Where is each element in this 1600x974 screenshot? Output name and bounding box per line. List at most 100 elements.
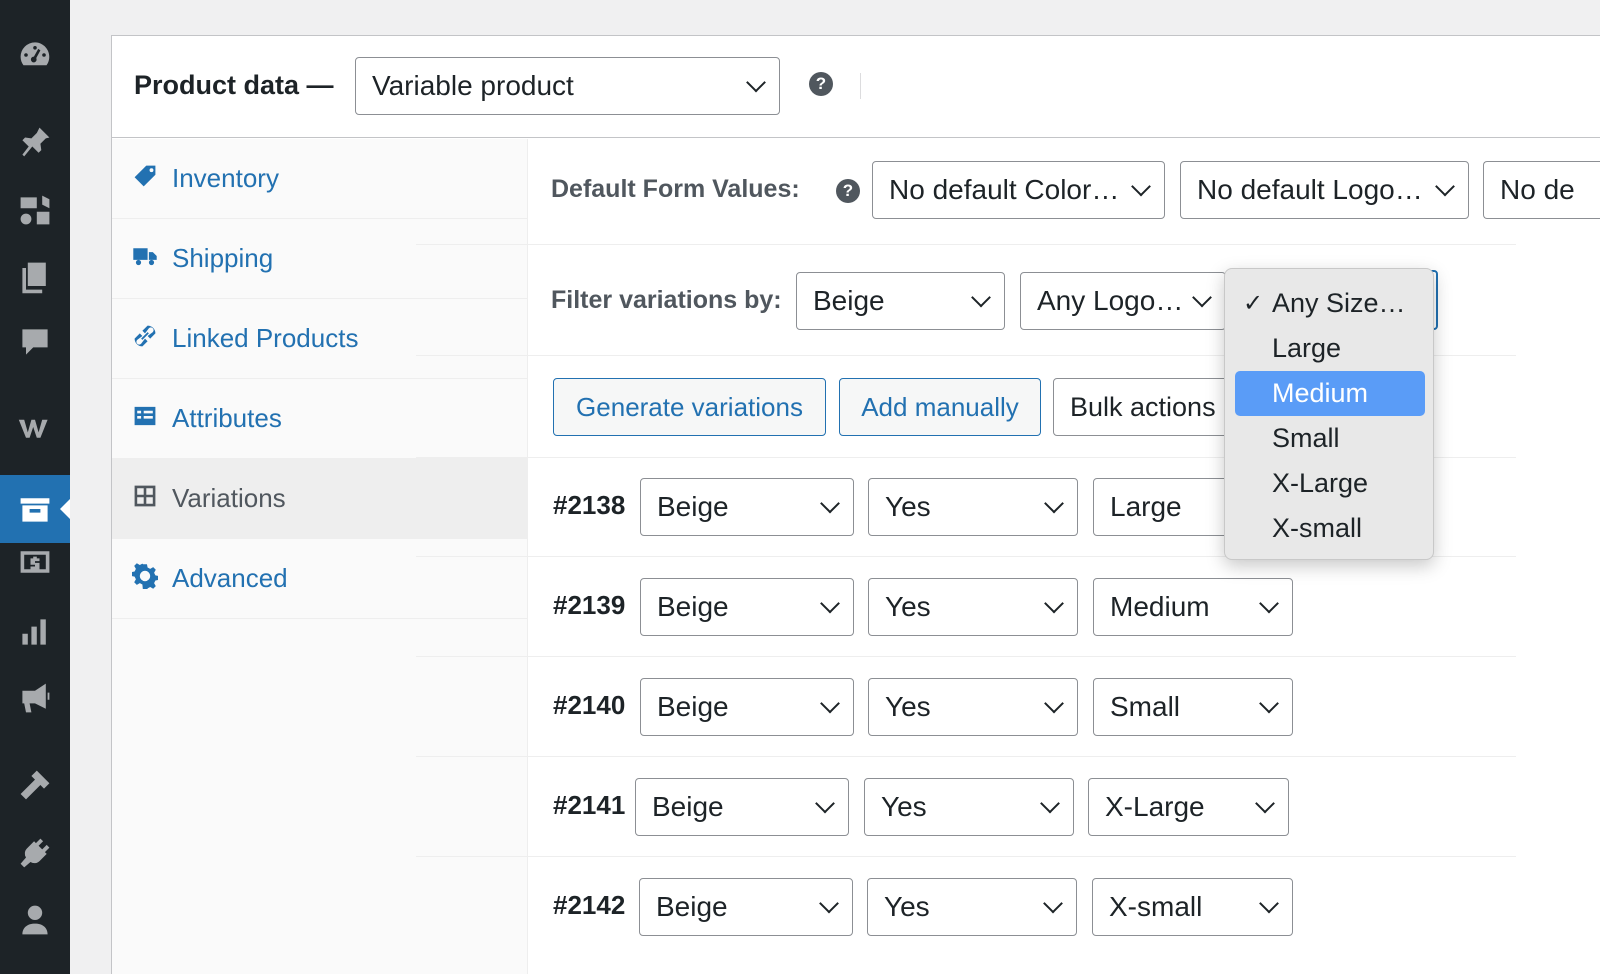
generate-variations-button[interactable]: Generate variations [553,378,826,436]
select-value: Any Logo… [1037,285,1184,316]
variation-id: #2142 [553,890,626,920]
select-value: Small [1110,691,1181,722]
filter-logo-select[interactable]: Any Logo… [1020,272,1226,330]
tab-inventory[interactable]: Inventory [112,139,527,219]
chevron-down-icon [815,793,835,814]
tab-label: Linked Products [172,323,359,353]
select-value: Large [1110,491,1182,522]
divider [416,244,1516,245]
select-value: Medium [1110,591,1210,622]
variation-size-select[interactable]: X-small [1092,878,1293,936]
variation-size-select[interactable]: Medium [1093,578,1293,636]
variation-size-select[interactable]: Small [1093,678,1293,736]
payments-icon[interactable] [15,542,55,582]
help-icon[interactable]: ? [836,179,860,203]
woocommerce-icon[interactable] [15,407,55,447]
chevron-down-icon [1435,176,1455,197]
bulk-actions-select[interactable]: Bulk actions [1053,378,1253,436]
size-option-large[interactable]: Large [1235,326,1425,371]
tab-label: Shipping [172,243,274,273]
variation-id: #2139 [553,590,626,620]
select-value: Beige [657,591,729,622]
variation-color-select[interactable]: Beige [640,678,854,736]
chevron-down-icon [820,493,840,514]
link-icon [132,323,158,349]
select-value: Beige [657,691,729,722]
option-label: Any Size… [1272,288,1406,318]
chevron-down-icon [1044,693,1064,714]
media-icon[interactable] [15,190,55,230]
divider [416,756,1516,757]
analytics-icon[interactable] [15,612,55,652]
variation-color-select[interactable]: Beige [640,478,854,536]
variation-id: #2138 [553,490,626,520]
product-type-select[interactable]: Variable product [355,57,780,115]
variation-logo-select[interactable]: Yes [867,878,1077,936]
chevron-down-icon [820,593,840,614]
tag-icon [132,163,158,189]
select-value: Beige [656,891,728,922]
size-dropdown-menu: ✓ Any Size… Large Medium Small X-Large X… [1224,268,1434,560]
tab-shipping[interactable]: Shipping [112,219,527,299]
variation-color-select[interactable]: Beige [640,578,854,636]
admin-menu-products[interactable] [0,475,70,543]
default-size-select[interactable]: No de [1483,161,1600,219]
marketing-icon[interactable] [15,678,55,718]
divider [416,856,1516,857]
select-value: No default Color… [889,174,1120,205]
appearance-icon[interactable] [15,765,55,805]
default-form-values-label: Default Form Values: [551,175,800,203]
chevron-down-icon [1255,793,1275,814]
comments-icon[interactable] [15,322,55,362]
chevron-down-icon [1044,593,1064,614]
option-label: Large [1272,333,1342,363]
filter-color-select[interactable]: Beige [796,272,1005,330]
add-manually-button[interactable]: Add manually [839,378,1041,436]
list-icon [132,403,158,429]
chevron-down-icon [1259,693,1279,714]
product-data-title: Product data — [134,70,334,100]
option-label: Small [1272,423,1340,453]
size-option-x-small[interactable]: X-small [1235,506,1425,551]
chevron-down-icon [1192,287,1212,308]
variation-logo-select[interactable]: Yes [868,578,1078,636]
tab-advanced[interactable]: Advanced [112,539,527,619]
dashboard-icon[interactable] [15,35,55,75]
divider [860,73,861,99]
variation-color-select[interactable]: Beige [639,878,853,936]
help-icon[interactable]: ? [809,72,833,96]
option-label: X-Large [1272,468,1369,498]
pages-icon[interactable] [15,257,55,297]
variation-color-select[interactable]: Beige [635,778,849,836]
select-value: No de [1500,174,1575,205]
variation-logo-select[interactable]: Yes [868,678,1078,736]
chevron-down-icon [820,693,840,714]
gear-icon [131,563,159,592]
plugins-icon[interactable] [15,833,55,873]
filter-variations-label: Filter variations by: [551,286,782,314]
select-value: Yes [881,791,927,822]
size-option-medium[interactable]: Medium [1235,371,1425,416]
truck-icon [132,243,158,269]
size-option-small[interactable]: Small [1235,416,1425,461]
size-option-any[interactable]: ✓ Any Size… [1235,281,1425,326]
variation-size-select[interactable]: X-Large [1088,778,1289,836]
select-value: X-Large [1105,791,1205,822]
pin-icon[interactable] [15,122,55,162]
variation-logo-select[interactable]: Yes [868,478,1078,536]
users-icon[interactable] [15,900,55,940]
option-label: Medium [1272,378,1369,408]
chevron-down-icon [1043,893,1063,914]
tab-attributes[interactable]: Attributes [112,379,527,459]
option-label: X-small [1272,513,1363,543]
panel-header: Product data — Variable product ? [112,36,1600,138]
tab-variations[interactable]: Variations [112,459,527,539]
tab-linked-products[interactable]: Linked Products [112,299,527,379]
default-logo-select[interactable]: No default Logo… [1180,161,1469,219]
select-value: No default Logo… [1197,174,1423,205]
divider [416,656,1516,657]
variation-logo-select[interactable]: Yes [864,778,1074,836]
chevron-down-icon [971,287,991,308]
default-color-select[interactable]: No default Color… [872,161,1165,219]
size-option-x-large[interactable]: X-Large [1235,461,1425,506]
